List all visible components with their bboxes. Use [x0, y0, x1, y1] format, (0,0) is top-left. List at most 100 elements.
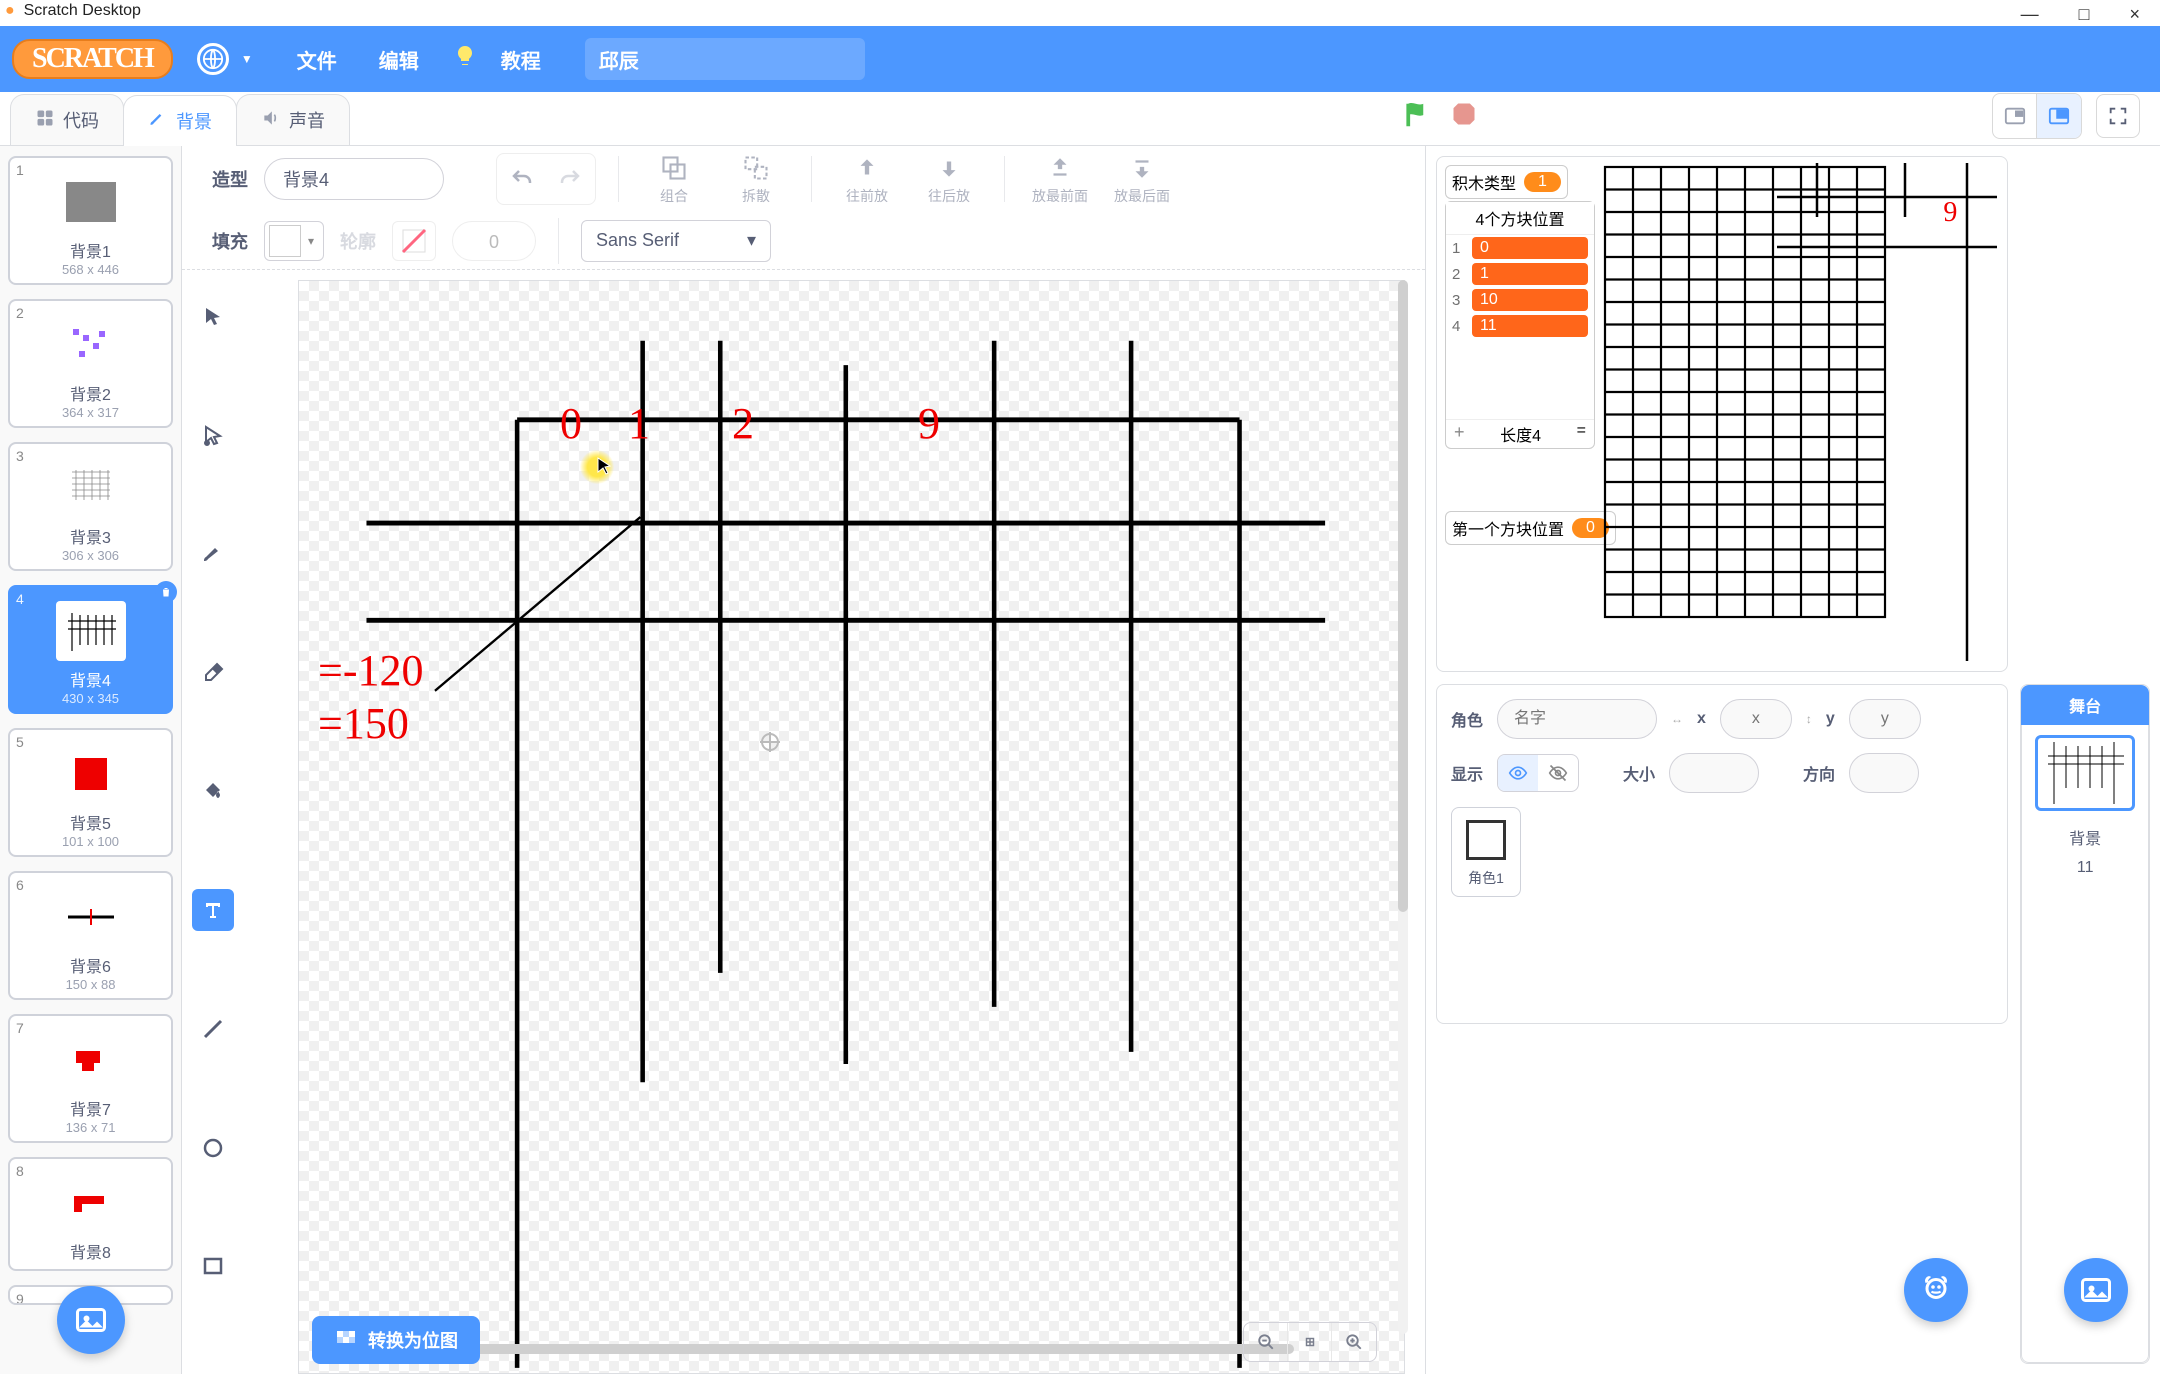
sprite-size-input[interactable]: [1669, 753, 1759, 793]
canvas-text-line1: =-120: [318, 645, 423, 698]
sprite-info-panel: 角色 ↔ x ↕ y 显示 大小 方向: [1436, 684, 2008, 1024]
tab-costumes[interactable]: 背景: [123, 95, 237, 146]
group-button[interactable]: 组合: [641, 152, 707, 206]
reshape-tool[interactable]: [192, 415, 234, 457]
window-title: Scratch Desktop: [24, 2, 141, 20]
list-add-icon[interactable]: +: [1454, 422, 1465, 446]
costume-thumb[interactable]: 7 背景7 136 x 71: [8, 1014, 173, 1143]
window-maximize[interactable]: □: [2079, 4, 2090, 25]
canvas-number-1: 1: [628, 398, 650, 449]
language-caret-icon[interactable]: ▼: [241, 52, 253, 66]
green-flag-icon[interactable]: [1402, 100, 1432, 133]
window-minimize[interactable]: —: [2021, 4, 2039, 25]
costume-thumb[interactable]: 6 背景6 150 x 88: [8, 871, 173, 1000]
show-label: 显示: [1451, 761, 1483, 785]
window-close[interactable]: ×: [2129, 4, 2140, 25]
small-stage-icon[interactable]: [1993, 94, 2037, 138]
convert-to-bitmap-button[interactable]: 转换为位图: [312, 1316, 480, 1364]
back-button[interactable]: 放最后面: [1109, 152, 1175, 206]
zoom-reset-button[interactable]: [1288, 1323, 1332, 1361]
tab-sounds[interactable]: 声音: [236, 94, 350, 145]
costume-thumb[interactable]: 2 背景2 364 x 317: [8, 299, 173, 428]
costume-preview: [56, 887, 126, 947]
sprite-direction-input[interactable]: [1849, 753, 1919, 793]
costume-preview: [56, 1030, 126, 1090]
stop-icon[interactable]: [1450, 100, 1478, 133]
zoom-out-button[interactable]: [1244, 1323, 1288, 1361]
project-name-input[interactable]: [585, 38, 865, 80]
text-tool[interactable]: [192, 889, 234, 931]
stage-size-toggle[interactable]: [1992, 93, 2082, 139]
large-stage-icon[interactable]: [2037, 94, 2081, 138]
menu-file[interactable]: 文件: [279, 45, 355, 74]
backdrop-label: 背景: [2032, 825, 2138, 849]
eraser-tool[interactable]: [192, 652, 234, 694]
stage[interactable]: 积木类型 1 4个方块位置 10 21 310 411 + 长度4 =: [1436, 156, 2008, 672]
backdrop-count: 11: [2032, 859, 2138, 877]
outline-color-picker[interactable]: [392, 221, 436, 261]
costume-thumb[interactable]: 5 背景5 101 x 100: [8, 728, 173, 857]
sprite-name-input[interactable]: [1497, 699, 1657, 739]
rect-tool[interactable]: [192, 1245, 234, 1287]
tab-code-label: 代码: [63, 107, 99, 133]
costume-thumb[interactable]: 8 背景8: [8, 1157, 173, 1271]
fullscreen-button[interactable]: [2096, 94, 2140, 138]
tab-sounds-label: 声音: [289, 107, 325, 133]
add-sprite-button[interactable]: [1904, 1258, 1968, 1322]
sprite-name-label: 角色: [1451, 707, 1483, 731]
list-monitor-positions[interactable]: 4个方块位置 10 21 310 411 + 长度4 =: [1445, 201, 1595, 449]
fill-tool[interactable]: [192, 771, 234, 813]
hide-icon[interactable]: [1538, 755, 1578, 791]
variable-monitor-blocktype[interactable]: 积木类型 1: [1445, 165, 1568, 199]
menu-tutorials[interactable]: 教程: [483, 45, 559, 74]
canvas-center-icon: [758, 730, 782, 754]
line-tool[interactable]: [192, 1008, 234, 1050]
code-icon: [35, 108, 55, 133]
add-costume-button[interactable]: [57, 1286, 125, 1354]
bulb-icon: [453, 44, 477, 74]
fill-color-picker[interactable]: ▾: [264, 221, 324, 261]
costume-name-input[interactable]: [264, 158, 444, 200]
tab-code[interactable]: 代码: [10, 94, 124, 145]
sprite-y-input[interactable]: [1849, 699, 1921, 739]
canvas-area[interactable]: 0 1 2 9 =-120 =150 转换为位: [298, 280, 1405, 1374]
delete-costume-icon[interactable]: [155, 581, 177, 603]
costume-thumb[interactable]: 4 背景4 430 x 345: [8, 585, 173, 714]
zoom-in-button[interactable]: [1332, 1323, 1376, 1361]
variable-monitor-firstpos[interactable]: 第一个方块位置 0: [1445, 511, 1616, 545]
canvas-scrollbar-horizontal[interactable]: [409, 1344, 1295, 1354]
menu-edit[interactable]: 编辑: [361, 45, 437, 74]
canvas-number-2: 2: [732, 398, 754, 449]
language-icon[interactable]: [197, 43, 229, 75]
redo-button[interactable]: [549, 158, 591, 200]
front-button[interactable]: 放最前面: [1027, 152, 1093, 206]
ungroup-button[interactable]: 拆散: [723, 152, 789, 206]
paint-editor: 造型 组合 拆散 往前放 往后放: [182, 146, 1426, 1374]
select-tool[interactable]: [192, 296, 234, 338]
scratch-logo[interactable]: SCRATCH: [12, 39, 173, 79]
circle-tool[interactable]: [192, 1127, 234, 1169]
costume-preview: [56, 601, 126, 661]
sprite-x-input[interactable]: [1720, 699, 1792, 739]
brush-tool[interactable]: [192, 533, 234, 575]
stage-thumbnail[interactable]: [2035, 735, 2135, 811]
visibility-toggle[interactable]: [1497, 754, 1579, 792]
backward-button[interactable]: 往后放: [916, 152, 982, 206]
costume-thumb[interactable]: 1 背景1 568 x 446: [8, 156, 173, 285]
costume-preview: [56, 1173, 126, 1233]
canvas-text-line2: =150: [318, 698, 423, 751]
canvas-scrollbar-vertical[interactable]: [1398, 280, 1408, 1334]
mouse-cursor-icon: [596, 456, 614, 478]
sprite-tile[interactable]: 角色1: [1451, 807, 1521, 897]
costume-preview: [56, 458, 126, 518]
font-select[interactable]: Sans Serif▾: [581, 220, 771, 262]
undo-button[interactable]: [501, 158, 543, 200]
show-icon[interactable]: [1498, 755, 1538, 791]
outline-width-input[interactable]: 0: [452, 221, 536, 261]
forward-button[interactable]: 往前放: [834, 152, 900, 206]
bitmap-icon: [334, 1328, 358, 1352]
costume-preview: [56, 172, 126, 232]
costume-thumb[interactable]: 3 背景3 306 x 306: [8, 442, 173, 571]
fill-label: 填充: [212, 228, 248, 254]
add-backdrop-button[interactable]: [2064, 1258, 2128, 1322]
